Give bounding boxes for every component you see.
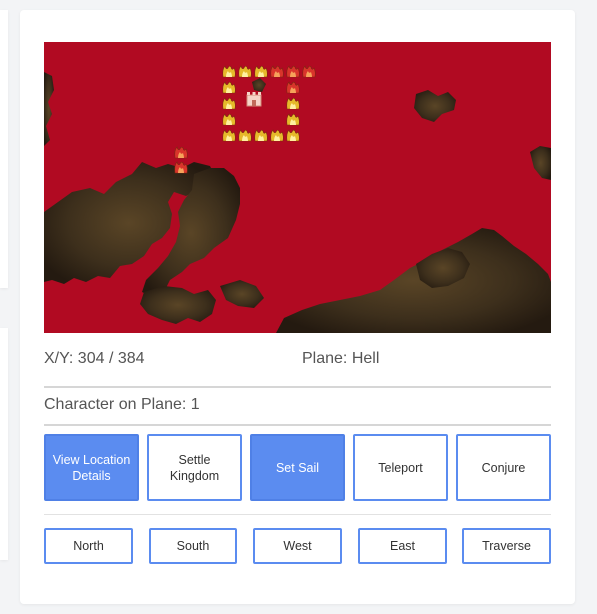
divider	[44, 424, 551, 426]
move-south-button[interactable]: South	[149, 528, 237, 564]
move-west-button[interactable]: West	[253, 528, 342, 564]
set-sail-button[interactable]: Set Sail	[250, 434, 345, 501]
location-info: X/Y: 304 / 384 Plane: Hell	[44, 350, 551, 372]
teleport-button[interactable]: Teleport	[353, 434, 448, 501]
game-map[interactable]	[44, 42, 551, 333]
move-north-button[interactable]: North	[44, 528, 133, 564]
coordinates-text: X/Y: 304 / 384	[44, 350, 145, 367]
side-panel-top	[0, 10, 8, 288]
plane-text: Plane: Hell	[302, 350, 380, 367]
move-east-button[interactable]: East	[358, 528, 447, 564]
castle-icon[interactable]	[246, 92, 262, 107]
map-card: X/Y: 304 / 384 Plane: Hell Character on …	[20, 10, 575, 604]
divider	[44, 386, 551, 388]
divider	[44, 514, 551, 515]
characters-on-plane-text: Character on Plane: 1	[44, 396, 200, 413]
side-panel-bottom	[0, 328, 8, 560]
conjure-button[interactable]: Conjure	[456, 434, 551, 501]
traverse-button[interactable]: Traverse	[462, 528, 551, 564]
view-location-details-button[interactable]: View Location Details	[44, 434, 139, 501]
settle-kingdom-button[interactable]: Settle Kingdom	[147, 434, 242, 501]
